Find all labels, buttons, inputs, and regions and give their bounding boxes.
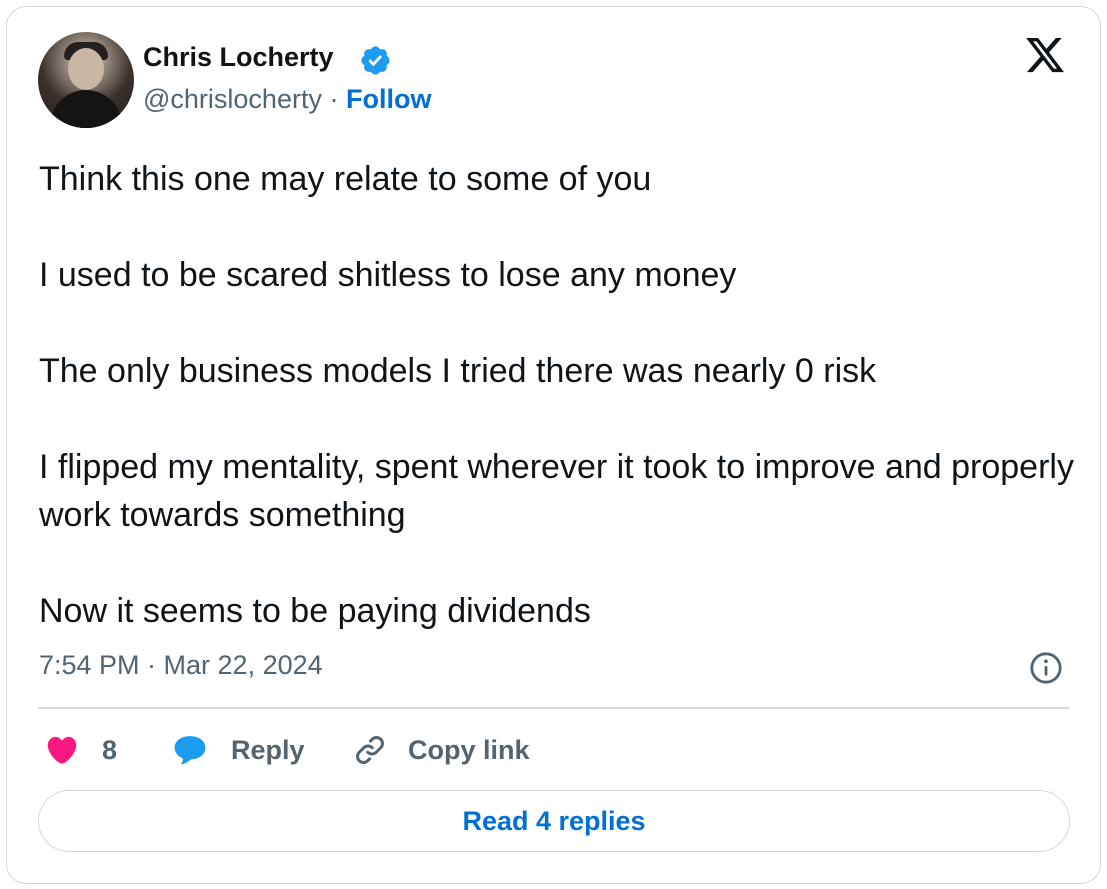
avatar-face: [68, 48, 104, 90]
tweet-text: Think this one may relate to some of you…: [39, 155, 1079, 635]
author-name[interactable]: Chris Locherty: [143, 42, 334, 73]
copy-link-button[interactable]: Copy link: [352, 730, 530, 770]
tweet-paragraph: The only business models I tried there w…: [39, 352, 877, 390]
tweet-paragraph: Now it seems to be paying dividends: [39, 592, 591, 630]
avatar-body: [50, 90, 122, 128]
author-handle[interactable]: @chrislocherty: [143, 84, 322, 114]
tweet-paragraph: I flipped my mentality, spent wherever i…: [39, 448, 1084, 534]
read-replies-button[interactable]: Read 4 replies: [38, 790, 1070, 852]
tweet-timestamp[interactable]: 7:54 PM · Mar 22, 2024: [39, 650, 323, 681]
separator-dot: ·: [329, 84, 339, 114]
author-handle-line: @chrislocherty · Follow: [143, 84, 431, 115]
x-logo-icon[interactable]: [1022, 34, 1068, 76]
like-count: 8: [102, 734, 118, 765]
verified-badge-icon: [361, 46, 390, 75]
divider: [38, 707, 1070, 709]
tweet-paragraph: Think this one may relate to some of you: [39, 160, 652, 198]
reply-label: Reply: [231, 734, 305, 765]
tweet-paragraph: I used to be scared shitless to lose any…: [39, 256, 737, 294]
link-icon: [356, 736, 384, 764]
heart-icon: [47, 736, 77, 764]
like-button[interactable]: 8: [44, 730, 117, 770]
copy-link-label: Copy link: [408, 734, 530, 765]
follow-button[interactable]: Follow: [346, 84, 431, 114]
reply-button[interactable]: Reply: [171, 730, 305, 770]
avatar[interactable]: [38, 32, 134, 128]
speech-bubble-icon: [174, 736, 206, 765]
info-icon[interactable]: [1029, 651, 1063, 685]
